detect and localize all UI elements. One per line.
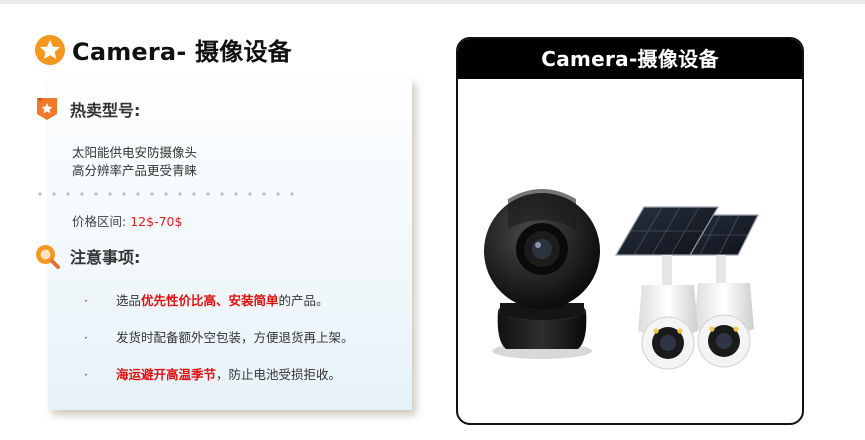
ribbon-badge-icon (37, 98, 57, 120)
list-item: · 海运避开高温季节，防止电池受损拒收。 (84, 366, 354, 384)
hot-models-description: 太阳能供电安防摄像头 高分辨率产品更受青睐 (72, 144, 197, 180)
page-title: Camera- 摄像设备 (72, 38, 292, 66)
list-item: · 发货时配备额外空包装，方便退货再上架。 (84, 329, 354, 347)
list-item: · 选品优先性价比高、安装简单的产品。 (84, 292, 354, 310)
price-range: 价格区间: 12$-70$ (72, 211, 182, 230)
bullet-marker: · (84, 330, 88, 345)
note-text-highlight: 海运避开高温季节 (116, 367, 217, 382)
note-text: 发货时配备额外空包装，方便退货再上架。 (116, 329, 354, 347)
top-divider (0, 0, 865, 4)
notes-title: 注意事项: (70, 248, 141, 267)
note-text-highlight: 优先性价比高、安装简单 (141, 293, 279, 308)
notes-list: · 选品优先性价比高、安装简单的产品。 · 发货时配备额外空包装，方便退货再上架… (84, 292, 354, 403)
camera-product-image (484, 189, 759, 370)
note-text: 海运避开高温季节，防止电池受损拒收。 (116, 366, 341, 384)
notes-heading: 注意事项: (34, 243, 140, 269)
dotted-divider (38, 192, 294, 196)
note-text: 选品优先性价比高、安装简单的产品。 (116, 292, 329, 310)
note-text-plain: 的产品。 (278, 293, 329, 308)
hot-models-title: 热卖型号: (70, 101, 141, 120)
title-row: Camera- 摄像设备 (34, 32, 292, 67)
note-text-plain: 发货时配备额外空包装，方便退货再上架。 (116, 330, 354, 345)
description-line: 太阳能供电安防摄像头 (72, 145, 198, 160)
hot-models-heading: 热卖型号: (34, 96, 140, 122)
search-icon (36, 245, 60, 269)
note-text-plain: 选品 (116, 293, 142, 308)
product-panel-title: Camera-摄像设备 (458, 39, 802, 79)
star-icon (35, 34, 65, 65)
indoor-camera (484, 189, 600, 359)
description-line: 高分辨率产品更受青睐 (72, 163, 198, 178)
bullet-marker: · (84, 293, 88, 308)
note-text-plain: ，防止电池受损拒收。 (216, 367, 342, 382)
product-panel: Camera-摄像设备 (456, 37, 804, 425)
price-label: 价格区间: (72, 214, 127, 229)
bullet-marker: · (84, 367, 88, 382)
price-value: 12$-70$ (130, 214, 183, 229)
